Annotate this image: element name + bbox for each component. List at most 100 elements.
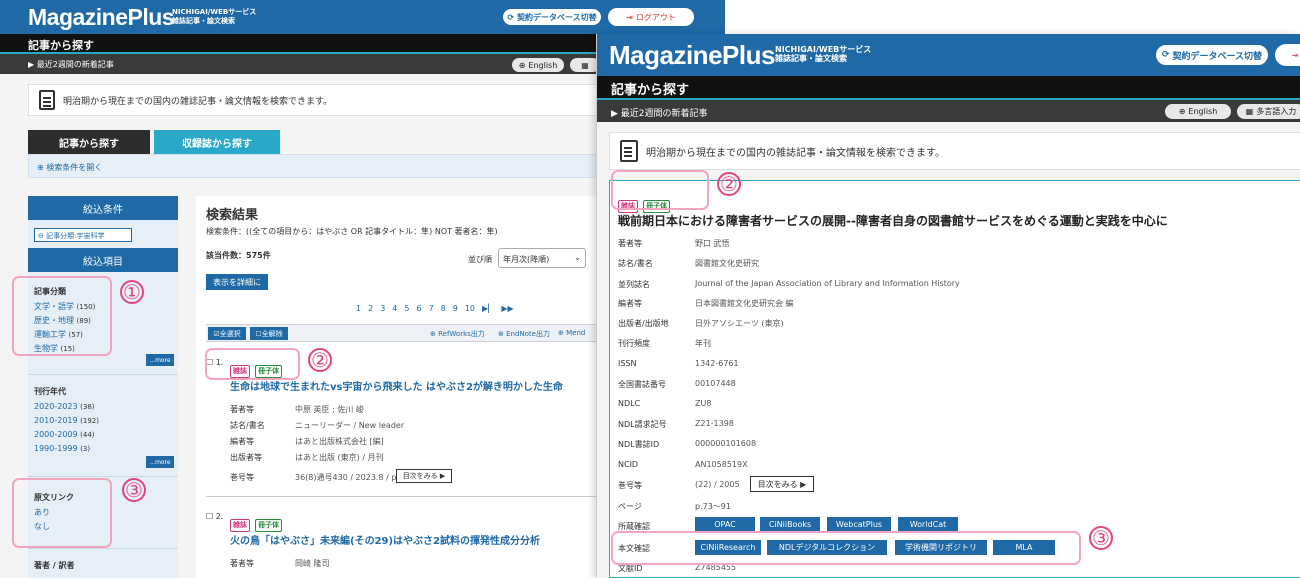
page-link[interactable]: 5 xyxy=(404,304,409,313)
opac-button[interactable]: OPAC xyxy=(695,517,755,532)
items-heading: 絞込項目 xyxy=(28,248,178,272)
detail-row: 誌名/書名 図書館文化史研究 xyxy=(618,259,759,268)
logo-subtitle: NICHIGAI/WEBサービス 雑誌記事・論文検索 xyxy=(775,45,872,63)
info-box: 明治期から現在までの国内の雑誌記事・論文情報を検索できます。 xyxy=(28,84,598,116)
detail-row: 全国書誌番号 00107448 xyxy=(618,379,736,389)
english-button[interactable]: ⊕ English xyxy=(1165,104,1231,119)
refworks-export-link[interactable]: ⊕ RefWorks出力 xyxy=(430,329,485,339)
logout-icon: ⇥ xyxy=(1291,50,1299,60)
db-switch-button[interactable]: ⟳ 契約データベース切替 xyxy=(502,8,602,26)
logout-icon: ⇥ xyxy=(626,12,633,22)
detail-row: NCID AN1058519X xyxy=(618,460,748,469)
mendeley-export-link[interactable]: ⊕ Mend xyxy=(558,329,585,337)
detail-view-button[interactable]: 表示を詳細に xyxy=(206,274,268,290)
tab-magazines[interactable]: 収録誌から探す xyxy=(154,130,280,154)
next-page-icon[interactable]: ▶▏ xyxy=(482,304,494,313)
result-row: 著者等 中原 英臣 ; 佐川 峻 xyxy=(230,405,364,414)
pagination: 1 2 3 4 5 6 7 8 9 10 ▶▏ ▶▶ xyxy=(356,304,514,313)
info-text: 明治期から現在までの国内の雑誌記事・論文情報を検索できます。 xyxy=(63,96,333,107)
annotation-number: ① xyxy=(120,280,144,304)
detail-row: 編者等 日本図書館文化史研究会 編 xyxy=(618,299,794,308)
search-conditions-bar: ⊕ 検索条件を開く xyxy=(28,154,598,178)
annotation-box xyxy=(611,170,709,210)
cinii-books-button[interactable]: CiNiiBooks xyxy=(760,517,820,532)
select-all-button[interactable]: ☑ 全選択 xyxy=(208,327,246,340)
header-bar: MagazinePlus NICHIGAI/WEBサービス 雑誌記事・論文検索 … xyxy=(0,0,725,34)
page-link[interactable]: 4 xyxy=(392,304,397,313)
year-item[interactable]: 1990-1999 (3) xyxy=(34,442,99,456)
result-checkbox[interactable]: ☐ 2. xyxy=(206,512,223,521)
globe-icon: ⊕ xyxy=(1178,107,1186,116)
db-switch-button[interactable]: ⟳ 契約データベース切替 xyxy=(1155,44,1269,66)
year-item[interactable]: 2000-2009 (44) xyxy=(34,428,99,442)
annotation-number: ② xyxy=(717,172,741,196)
webcatplus-button[interactable]: WebcatPlus xyxy=(827,517,891,532)
refresh-icon: ⟳ xyxy=(507,12,515,22)
multilang-button[interactable]: ▦ 多言語入力 xyxy=(1237,104,1300,119)
author-title: 著者 / 訳者 xyxy=(34,561,75,570)
result-title[interactable]: 生命は地球で生まれたvs宇宙から飛来した はやぶさ2が解き明かした生命 xyxy=(230,378,563,393)
chevron-down-icon: ⌄ xyxy=(574,253,581,262)
info-box: 明治期から現在までの国内の雑誌記事・論文情報を検索できます。 xyxy=(609,132,1300,170)
sort-label: 並び順 xyxy=(468,255,492,264)
annotation-box xyxy=(205,348,300,380)
annotation-number: ② xyxy=(308,348,332,372)
page-link[interactable]: 9 xyxy=(453,304,458,313)
logout-button[interactable]: ⇥ ログアウト xyxy=(608,8,694,26)
category-more-button[interactable]: ...more xyxy=(146,354,174,366)
logo[interactable]: MagazinePlus xyxy=(28,4,175,31)
results-toolbar: ☑ 全選択 ☐ 全解除 ⊕ RefWorks出力 ⊕ EndNote出力 ⊕ M… xyxy=(206,324,596,342)
page-link[interactable]: 3 xyxy=(380,304,385,313)
page-link[interactable]: 6 xyxy=(416,304,421,313)
toc-button[interactable]: 目次をみる ▶ xyxy=(750,476,814,492)
logout-button[interactable]: ⇥ xyxy=(1275,44,1300,66)
detail-row: NDL書誌ID 000000101608 xyxy=(618,439,757,449)
result-row: 編者等 はあと出版株式会社 [編] xyxy=(230,437,384,446)
toc-button[interactable]: 目次をみる ▶ xyxy=(396,469,452,483)
print-tag: 冊子体 xyxy=(255,519,283,532)
filter-chip[interactable]: ⊖ 記事分類:宇宙科学 xyxy=(34,228,132,242)
open-conditions-link[interactable]: ⊕ 検索条件を開く xyxy=(37,162,102,173)
page-link[interactable]: 2 xyxy=(368,304,373,313)
year-list: 2020-2023 (38) 2010-2019 (192) 2000-2009… xyxy=(34,400,99,456)
detail-row: 出版者/出版地 日外アソシエーツ (東京) xyxy=(618,319,784,328)
clear-all-button[interactable]: ☐ 全解除 xyxy=(250,327,288,340)
info-text: 明治期から現在までの国内の雑誌記事・論文情報を検索できます。 xyxy=(646,147,945,159)
divider xyxy=(28,476,178,477)
page-title: 記事から探す xyxy=(597,76,1300,98)
filter-heading: 絞込条件 xyxy=(28,196,178,220)
last-page-icon[interactable]: ▶▶ xyxy=(501,304,513,313)
detail-row: 著者等 野口 武悟 xyxy=(618,239,730,248)
year-more-button[interactable]: ...more xyxy=(146,456,174,468)
tab-articles[interactable]: 記事から探す xyxy=(28,130,150,154)
page-link[interactable]: 10 xyxy=(465,304,475,313)
result-title[interactable]: 火の鳥「はやぶさ」未来編(その29)はやぶさ2試料の揮発性成分分析 xyxy=(230,532,540,547)
keyboard-icon: ▦ xyxy=(581,60,589,70)
page-link[interactable]: 8 xyxy=(441,304,446,313)
recent-articles-link[interactable]: ▶ 最近2週間の新着記事 xyxy=(611,109,708,119)
worldcat-button[interactable]: WorldCat xyxy=(898,517,958,532)
annotation-box xyxy=(611,531,1081,565)
detail-row: ページ p.73～91 xyxy=(618,502,731,511)
annotation-number: ③ xyxy=(1089,526,1113,550)
year-item[interactable]: 2020-2023 (38) xyxy=(34,400,99,414)
globe-icon: ⊕ xyxy=(518,60,526,70)
logo[interactable]: MagazinePlus xyxy=(609,40,775,71)
endnote-export-link[interactable]: ⊕ EndNote出力 xyxy=(498,329,550,339)
detail-row: 巻号等 (22) / 2005 xyxy=(618,480,740,490)
sort-select[interactable]: 年月次(降順) ⌄ xyxy=(498,248,586,268)
refresh-icon: ⟳ xyxy=(1161,50,1170,60)
sub-bar: ▶ 最近2週間の新着記事 ⊕ English ▦ 多言語入力 xyxy=(597,98,1300,122)
year-item[interactable]: 2010-2019 (192) xyxy=(34,414,99,428)
english-button[interactable]: ⊕ English xyxy=(512,58,564,72)
year-title: 刊行年代 xyxy=(34,387,66,396)
right-screen: MagazinePlus NICHIGAI/WEBサービス 雑誌記事・論文検索 … xyxy=(596,34,1300,578)
page-link[interactable]: 1 xyxy=(356,304,361,313)
header-bar: MagazinePlus NICHIGAI/WEBサービス 雑誌記事・論文検索 … xyxy=(597,34,1300,76)
magazine-tag: 雑誌 xyxy=(230,519,250,532)
detail-panel: 雑誌 冊子体 戦前期日本における障害者サービスの展開--障害者自身の図書館サービ… xyxy=(609,180,1300,578)
recent-articles-link[interactable]: ▶ 最近2週間の新着記事 xyxy=(28,60,114,69)
document-icon xyxy=(39,90,55,110)
page-link[interactable]: 7 xyxy=(429,304,434,313)
annotation-number: ③ xyxy=(122,478,146,502)
